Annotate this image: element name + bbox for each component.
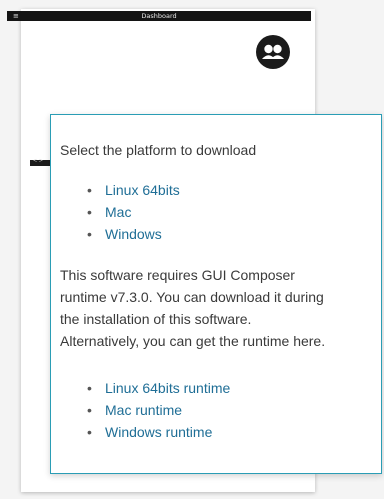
download-linux-runtime-link[interactable]: Linux 64bits runtime [105,380,230,396]
bullet-icon: • [87,424,92,440]
list-item: • Linux 64bits [87,179,180,201]
preview-header-bar: ≡ Dashboard [7,11,311,21]
strip-code-icon: < > [33,158,43,164]
download-linux-link[interactable]: Linux 64bits [105,182,180,198]
note-line: the installation of this software. [60,311,252,327]
platform-download-list: • Linux 64bits • Mac • Windows [87,179,180,245]
download-mac-runtime-link[interactable]: Mac runtime [105,402,182,418]
bullet-icon: • [87,182,92,198]
bullet-icon: • [87,402,92,418]
preview-header-title: Dashboard [141,12,177,20]
runtime-download-list: • Linux 64bits runtime • Mac runtime • Wind… [87,377,230,443]
list-item: • Mac runtime [87,399,230,421]
download-windows-link[interactable]: Windows [105,226,162,242]
download-popover: Select the platform to download • Linux 6… [50,114,382,474]
list-item: • Windows [87,223,180,245]
download-intro-text: Select the platform to download [60,142,257,158]
bullet-icon: • [87,226,92,242]
bullet-icon: • [87,204,92,220]
bullet-icon: • [87,380,92,396]
download-mac-link[interactable]: Mac [105,204,131,220]
note-line: Alternatively, you can get the runtime h… [60,333,326,349]
download-windows-runtime-link[interactable]: Windows runtime [105,424,212,440]
list-item: • Linux 64bits runtime [87,377,230,399]
users-icon [256,35,290,69]
list-item: • Mac [87,201,180,223]
note-line: This software requires GUI Composer [60,267,295,283]
note-line: runtime v7.3.0. You can download it duri… [60,289,324,305]
list-item: • Windows runtime [87,421,230,443]
runtime-requirement-note: This software requires GUI Composer runt… [60,264,378,352]
